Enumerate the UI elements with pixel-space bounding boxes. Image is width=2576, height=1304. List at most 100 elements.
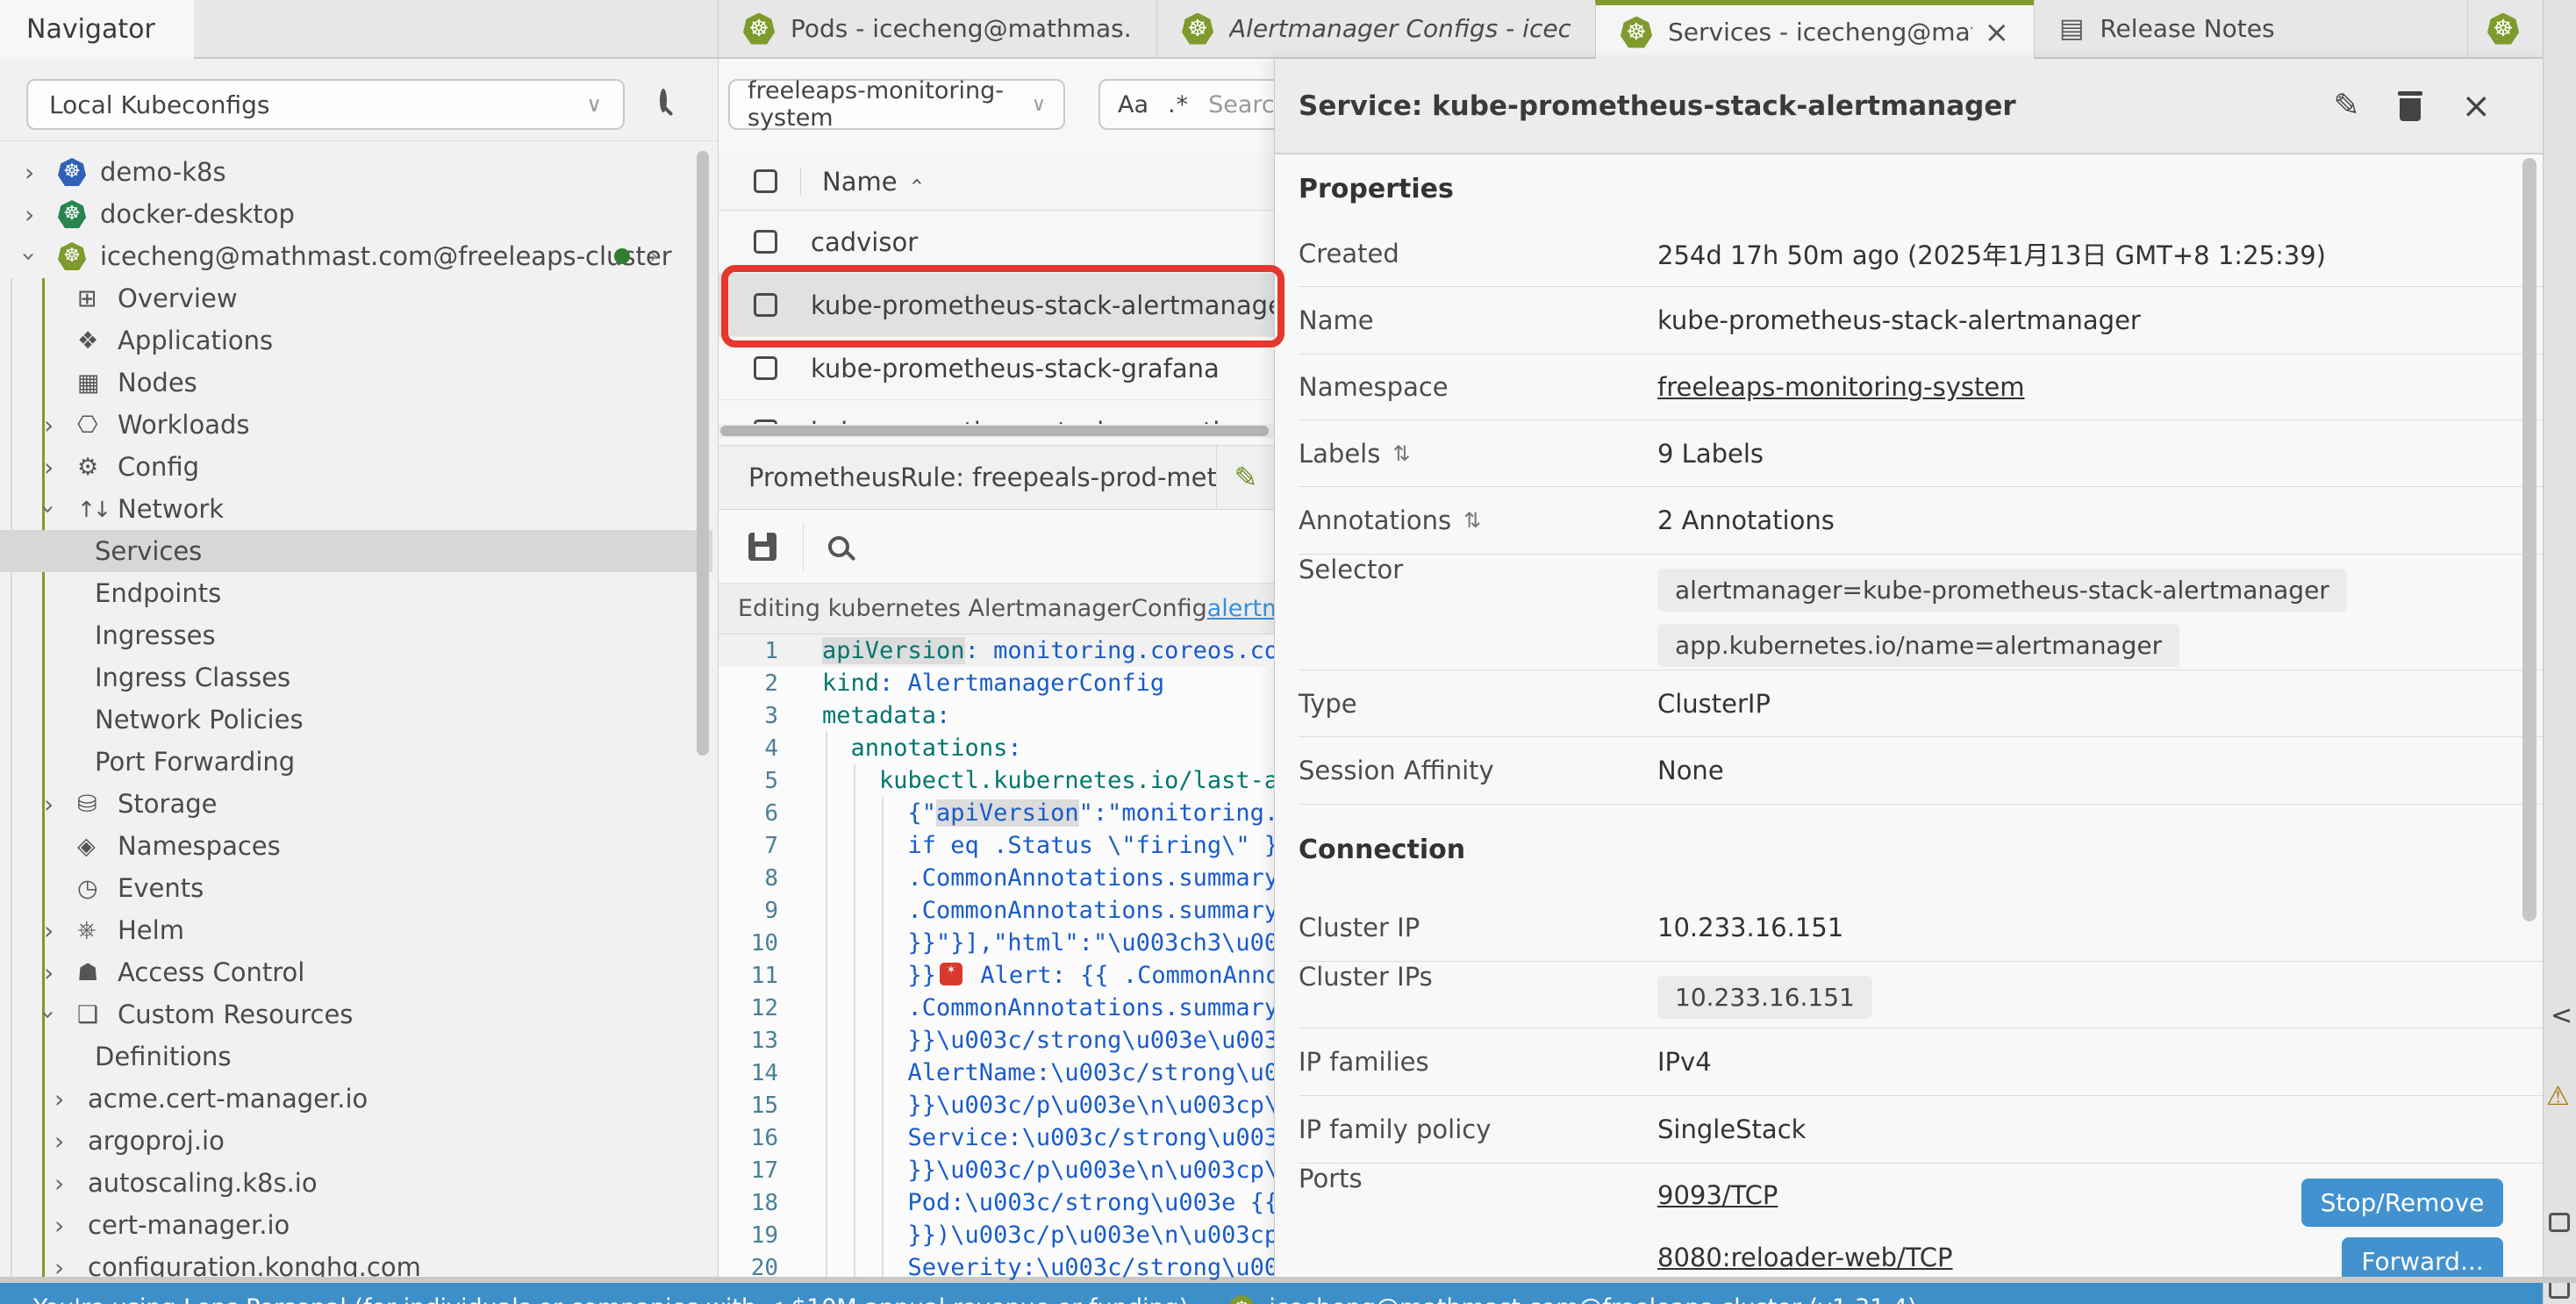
chevron-right-icon[interactable]: › bbox=[54, 1211, 88, 1240]
value-badge: alertmanager=kube-prometheus-stack-alert… bbox=[1657, 569, 2347, 612]
chevron-down-icon: ∨ bbox=[1032, 94, 1046, 116]
sidebar-item-access-control[interactable]: ›☗Access Control bbox=[0, 951, 712, 993]
sidebar-item-events[interactable]: ◷Events bbox=[0, 867, 712, 909]
tab-services-icecheng-math[interactable]: ☸Services - icecheng@math...× bbox=[1595, 0, 2034, 59]
tab-release-notes[interactable]: ▤Release Notes bbox=[2034, 0, 2472, 57]
namespace-selector[interactable]: freeleaps-monitoring-system ∨ bbox=[728, 79, 1065, 130]
sidebar-item-overview[interactable]: ⊞Overview bbox=[0, 277, 712, 319]
chevron-right-icon[interactable]: › bbox=[44, 790, 77, 819]
code-token: }}\u003c/p\u003e\n\u003cp\u003 bbox=[822, 1092, 1274, 1119]
chevron-right-icon[interactable]: › bbox=[44, 916, 77, 945]
chevron-right-icon[interactable]: › bbox=[54, 1085, 88, 1114]
tab-partial[interactable]: ☸ bbox=[2467, 0, 2543, 57]
kubeconfig-selector[interactable]: Local Kubeconfigs ∨ bbox=[26, 79, 625, 130]
chevron-right-icon[interactable]: › bbox=[25, 200, 58, 229]
chevron-right-icon[interactable]: › bbox=[649, 243, 658, 269]
stepper-icon[interactable]: ⇅ bbox=[1463, 508, 1481, 533]
code-token: .CommonAnnotations.summary }}- bbox=[822, 897, 1274, 924]
select-all-checkbox[interactable] bbox=[754, 169, 777, 193]
chevron-right-icon[interactable]: › bbox=[44, 453, 77, 482]
sidebar-item-storage[interactable]: ›⛁Storage bbox=[0, 783, 712, 825]
code-text: }}\u003c/strong\u003e\u003c/h3 bbox=[822, 1027, 1274, 1054]
panel-box-icon[interactable] bbox=[2549, 1213, 2570, 1232]
delete-icon[interactable] bbox=[2398, 91, 2422, 121]
detail-value: 2 Annotations bbox=[1657, 505, 1835, 535]
yaml-editor[interactable]: 1apiVersion: monitoring.coreos.com/v12ki… bbox=[719, 634, 1274, 1283]
tab-pods-icecheng-mathmas[interactable]: ☸Pods - icecheng@mathmas... bbox=[718, 0, 1156, 57]
sidebar-item-autoscaling-k8s-io[interactable]: ›autoscaling.k8s.io bbox=[0, 1162, 712, 1204]
code-line-5: 5 kubectl.kubernetes.io/last-appli bbox=[719, 764, 1274, 797]
editing-notice-link[interactable]: alertmanager bbox=[1207, 595, 1274, 622]
collapse-icon[interactable]: < bbox=[2551, 1000, 2572, 1031]
sidebar-item-helm[interactable]: ›⎈Helm bbox=[0, 909, 712, 951]
sidebar-item-services[interactable]: Services bbox=[0, 530, 712, 572]
sidebar-item-port-forwarding[interactable]: Port Forwarding bbox=[0, 741, 712, 783]
warning-icon[interactable]: ⚠ bbox=[2546, 1081, 2570, 1112]
column-name-header[interactable]: Name bbox=[822, 167, 898, 197]
sidebar-search-button[interactable] bbox=[660, 92, 667, 109]
table-row-cadvisor[interactable]: cadvisor bbox=[719, 211, 1274, 274]
sidebar-item-network-policies[interactable]: Network Policies bbox=[0, 699, 712, 741]
match-case-icon[interactable]: Aa bbox=[1118, 91, 1148, 118]
stop-remove-button[interactable]: Stop/Remove bbox=[2301, 1179, 2503, 1227]
chevron-down-icon[interactable]: › bbox=[44, 495, 77, 524]
edit-icon[interactable]: ✎ bbox=[2333, 88, 2359, 124]
sidebar-item-argoproj-io[interactable]: ›argoproj.io bbox=[0, 1120, 712, 1162]
code-line-2: 2kind: AlertmanagerConfig bbox=[719, 667, 1274, 699]
sidebar-item-docker-desktop[interactable]: ›☸docker-desktop bbox=[0, 193, 712, 235]
sidebar-item-demo-k8s[interactable]: ›☸demo-k8s bbox=[0, 151, 712, 193]
search-icon[interactable] bbox=[828, 536, 849, 557]
port-link[interactable]: 9093/TCP bbox=[1657, 1180, 1778, 1210]
table-row-kube-prometheus-stack-prometheus[interactable]: kube-prometheus-stack-prometheus bbox=[719, 400, 1274, 424]
chevron-right-icon[interactable]: › bbox=[44, 411, 77, 440]
chevron-down-icon[interactable]: › bbox=[25, 242, 58, 271]
sidebar-item-custom-resources[interactable]: ›❑Custom Resources bbox=[0, 993, 712, 1035]
chevron-right-icon[interactable]: › bbox=[25, 158, 58, 187]
row-checkbox[interactable] bbox=[754, 356, 777, 380]
row-checkbox[interactable] bbox=[754, 230, 777, 254]
sidebar-item-acme-cert-manager-io[interactable]: ›acme.cert-manager.io bbox=[0, 1078, 712, 1120]
sidebar-item-nodes[interactable]: ▦Nodes bbox=[0, 362, 712, 404]
code-text: }} Alert: {{ .CommonAnnotati bbox=[822, 962, 1274, 989]
edit-icon[interactable]: ✎ bbox=[1217, 461, 1274, 494]
sidebar-item-ingresses[interactable]: Ingresses bbox=[0, 614, 712, 656]
sidebar-item-label: Nodes bbox=[118, 368, 197, 398]
table-row-kube-prometheus-stack-alertmanager[interactable]: kube-prometheus-stack-alertmanager bbox=[719, 274, 1274, 337]
sidebar-item-workloads[interactable]: ›⎔Workloads bbox=[0, 404, 712, 446]
scrollbar-thumb[interactable] bbox=[720, 426, 1269, 436]
sidebar-item-cert-manager-io[interactable]: ›cert-manager.io bbox=[0, 1204, 712, 1246]
tab-alertmanager-configs-icec[interactable]: ☸Alertmanager Configs - icec... bbox=[1156, 0, 1595, 57]
chevron-down-icon[interactable]: › bbox=[44, 1000, 77, 1029]
stepper-icon[interactable]: ⇅ bbox=[1392, 441, 1410, 466]
table-header[interactable]: Name › bbox=[719, 153, 1274, 211]
sidebar-item-network[interactable]: ›↑↓Network bbox=[0, 488, 712, 530]
search-box[interactable]: Aa .* Search bbox=[1098, 79, 1274, 130]
port-link[interactable]: 8080:reloader-web/TCP bbox=[1657, 1243, 1953, 1272]
chevron-right-icon[interactable]: › bbox=[54, 1169, 88, 1198]
row-checkbox[interactable] bbox=[754, 293, 777, 317]
regex-icon[interactable]: .* bbox=[1168, 91, 1189, 118]
line-number: 20 bbox=[719, 1255, 778, 1281]
sidebar-item-label: Network Policies bbox=[95, 705, 304, 734]
sidebar-scrollbar[interactable] bbox=[697, 151, 709, 756]
k8s-wheel-glyph: ☸ bbox=[1626, 21, 1646, 44]
divider bbox=[0, 1277, 2576, 1283]
sidebar-item-namespaces[interactable]: ◈Namespaces bbox=[0, 825, 712, 867]
sidebar-item-ingress-classes[interactable]: Ingress Classes bbox=[0, 656, 712, 699]
detail-value-link[interactable]: freeleaps-monitoring-system bbox=[1657, 372, 2024, 402]
details-scrollbar[interactable] bbox=[2522, 158, 2537, 921]
tab-close-icon[interactable]: × bbox=[1985, 15, 2010, 50]
save-icon[interactable] bbox=[748, 533, 776, 561]
code-token: }}\u003c/strong\u003e\u003c/h3 bbox=[822, 1027, 1274, 1054]
close-icon[interactable]: × bbox=[2461, 89, 2491, 124]
chevron-right-icon[interactable]: › bbox=[44, 958, 77, 987]
horizontal-scrollbar[interactable] bbox=[719, 424, 1274, 438]
sidebar-item-config[interactable]: ›⚙Config bbox=[0, 446, 712, 488]
sidebar-item-icecheng-mathmast-com-freeleaps-cluster[interactable]: ›☸icecheng@mathmast.com@freeleaps-cluste… bbox=[0, 235, 712, 277]
sidebar-item-endpoints[interactable]: Endpoints bbox=[0, 572, 712, 614]
table-row-kube-prometheus-stack-grafana[interactable]: kube-prometheus-stack-grafana bbox=[719, 337, 1274, 400]
sidebar-item-definitions[interactable]: Definitions bbox=[0, 1035, 712, 1078]
status-bar: You're using Lens Personal (for individu… bbox=[0, 1283, 2543, 1304]
chevron-right-icon[interactable]: › bbox=[54, 1127, 88, 1156]
sidebar-item-applications[interactable]: ❖Applications bbox=[0, 319, 712, 362]
